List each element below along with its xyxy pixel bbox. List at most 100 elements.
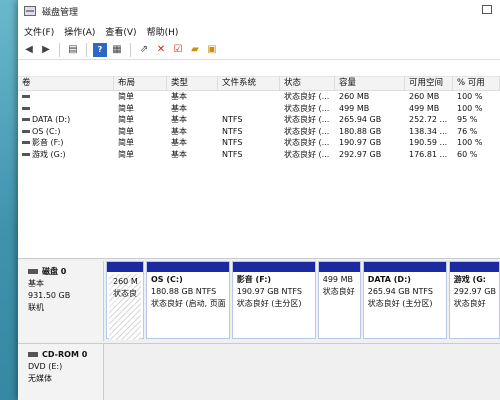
layout-cell: 简单	[118, 138, 134, 148]
partition-bar	[232, 262, 315, 272]
partition-status: 状态良好 (启动, 页面	[151, 299, 226, 308]
window-title: 磁盘管理	[42, 7, 79, 18]
column-header-volume[interactable]: 卷	[18, 76, 114, 91]
column-header-type[interactable]: 类型	[167, 76, 218, 91]
column-header-capacity[interactable]: 容量	[335, 76, 405, 91]
capacity-cell: 180.88 GB	[339, 126, 382, 136]
check-icon[interactable]: ☑	[171, 43, 185, 57]
disk-0-partitions: 260 MI 状态良 OS (C:) 180.88 GB NTFS 状态良好 (…	[106, 261, 500, 340]
table-row[interactable]: DATA (D:) 简单 基本 NTFS 状态良好 (... 265.94 GB…	[18, 114, 500, 126]
filesystem-cell: NTFS	[222, 115, 243, 125]
forward-icon[interactable]: ▶	[39, 43, 53, 57]
capacity-cell: 292.97 GB	[339, 149, 382, 159]
menu-view[interactable]: 查看(V)	[105, 25, 136, 38]
partition-size: 292.97 GB	[453, 287, 496, 296]
cdrom-0-row: CD-ROM 0 DVD (E:) 无媒体	[18, 343, 500, 400]
partition-status: 状态良好	[453, 299, 486, 308]
help-icon[interactable]: ?	[93, 42, 107, 57]
status-cell: 状态良好 (...	[284, 138, 330, 148]
type-cell: 基本	[171, 126, 187, 136]
volume-icon	[22, 118, 30, 122]
partition-size: 499 MB	[322, 275, 353, 284]
disk-0-label[interactable]: 磁盘 0 基本 931.50 GB 联机	[18, 261, 104, 341]
free-space-cell: 190.59 ...	[409, 138, 448, 148]
back-icon[interactable]: ◀	[22, 43, 36, 57]
column-header-layout[interactable]: 布局	[114, 76, 167, 91]
column-header-percent-free[interactable]: % 可用	[453, 76, 500, 91]
percent-free-cell: 76 %	[457, 126, 478, 136]
partition-os-c[interactable]: OS (C:) 180.88 GB NTFS 状态良好 (启动, 页面	[146, 261, 230, 339]
free-space-cell: 499 MB	[409, 103, 440, 113]
list-icon[interactable]: ▤	[66, 43, 80, 57]
capacity-cell: 265.94 GB	[339, 115, 382, 125]
layout-cell: 简单	[118, 149, 134, 159]
delete-icon[interactable]: ✕	[154, 43, 168, 57]
partition-bar	[318, 262, 360, 272]
partition-data-d[interactable]: DATA (D:) 265.94 GB NTFS 状态良好 (主分区)	[362, 261, 447, 339]
properties-icon[interactable]: ▦	[110, 43, 124, 57]
disk-graphical-view: 磁盘 0 基本 931.50 GB 联机 260 MI 状态良 OS (C:)	[18, 258, 500, 400]
type-cell: 基本	[171, 138, 187, 148]
partition-size: 190.97 GB NTFS	[236, 287, 302, 296]
toolbar-separator	[86, 42, 87, 57]
type-cell: 基本	[171, 115, 187, 125]
cdrom-0-type: DVD (E:)	[28, 362, 63, 371]
layout-cell: 简单	[118, 115, 134, 125]
column-header-filesystem[interactable]: 文件系统	[218, 76, 280, 91]
volume-icon	[22, 129, 30, 133]
free-space-cell: 260 MB	[409, 92, 440, 102]
status-cell: 状态良好 (...	[284, 92, 330, 102]
maximize-icon[interactable]	[482, 5, 492, 14]
partition-games-g[interactable]: 游戏 (G: 292.97 GB 状态良好	[448, 261, 500, 339]
partition-size: 180.88 GB NTFS	[151, 287, 217, 296]
disk-0-name: 磁盘 0	[42, 267, 67, 276]
table-row[interactable]: 影音 (F:) 简单 基本 NTFS 状态良好 (... 190.97 GB 1…	[18, 137, 500, 149]
partition-name: 游戏 (G:	[453, 275, 486, 284]
disk-0-type: 基本	[28, 279, 44, 288]
partition-status: 状态良好 (主分区)	[367, 299, 433, 308]
filesystem-cell: NTFS	[222, 126, 243, 136]
partition-name: DATA (D:)	[367, 275, 411, 284]
percent-free-cell: 95 %	[457, 115, 478, 125]
link-icon[interactable]: ⇗	[137, 43, 151, 57]
table-row[interactable]: OS (C:) 简单 基本 NTFS 状态良好 (... 180.88 GB 1…	[18, 126, 500, 138]
percent-free-cell: 100 %	[457, 138, 483, 148]
toolbar: ◀ ▶ ▤ ? ▦ ⇗ ✕ ☑ ▰ ▣	[18, 40, 500, 60]
menu-file[interactable]: 文件(F)	[24, 25, 54, 38]
free-space-cell: 138.34 ...	[409, 126, 448, 136]
partition-size: 260 MI	[113, 277, 138, 286]
column-header-status[interactable]: 状态	[280, 76, 335, 91]
filesystem-cell: NTFS	[222, 138, 243, 148]
cdrom-0-name: CD-ROM 0	[42, 350, 88, 359]
volume-name: 游戏 (G:)	[32, 149, 66, 159]
partition-recovery[interactable]: 499 MB 状态良好	[317, 261, 361, 339]
disk-0-row: 磁盘 0 基本 931.50 GB 联机 260 MI 状态良 OS (C:)	[18, 261, 500, 341]
volume-icon	[22, 141, 30, 145]
volume-table: 卷 布局 类型 文件系统 状态 容量 可用空间 % 可用 简单 基本 状态良好 …	[18, 76, 500, 160]
partition-name: 影音 (F:)	[236, 275, 272, 284]
partition-bar	[107, 262, 143, 272]
new-icon[interactable]: ▣	[205, 43, 219, 57]
partition-system-reserved[interactable]: 260 MI 状态良	[106, 261, 144, 340]
status-cell: 状态良好 (...	[284, 115, 330, 125]
layout-cell: 简单	[118, 92, 134, 102]
partition-bar	[363, 262, 446, 272]
table-row[interactable]: 游戏 (G:) 简单 基本 NTFS 状态良好 (... 292.97 GB 1…	[18, 149, 500, 161]
folder-icon[interactable]: ▰	[188, 43, 202, 57]
volume-icon	[22, 152, 30, 156]
cdrom-0-label[interactable]: CD-ROM 0 DVD (E:) 无媒体	[18, 344, 104, 400]
volume-cell: DATA (D:)	[18, 115, 114, 124]
partition-media-f[interactable]: 影音 (F:) 190.97 GB NTFS 状态良好 (主分区)	[231, 261, 316, 339]
menu-help[interactable]: 帮助(H)	[147, 25, 179, 38]
type-cell: 基本	[171, 103, 187, 113]
table-row[interactable]: 简单 基本 状态良好 (... 260 MB 260 MB 100 %	[18, 91, 500, 103]
volume-cell: 影音 (F:)	[18, 137, 114, 148]
status-cell: 状态良好 (...	[284, 103, 330, 113]
title-bar: 磁盘管理	[18, 0, 500, 22]
volume-name: DATA (D:)	[32, 115, 71, 125]
cdrom-icon	[28, 352, 38, 357]
menu-action[interactable]: 操作(A)	[64, 25, 95, 38]
column-header-free-space[interactable]: 可用空间	[405, 76, 453, 91]
table-row[interactable]: 简单 基本 状态良好 (... 499 MB 499 MB 100 %	[18, 103, 500, 115]
cdrom-0-status: 无媒体	[28, 374, 52, 383]
